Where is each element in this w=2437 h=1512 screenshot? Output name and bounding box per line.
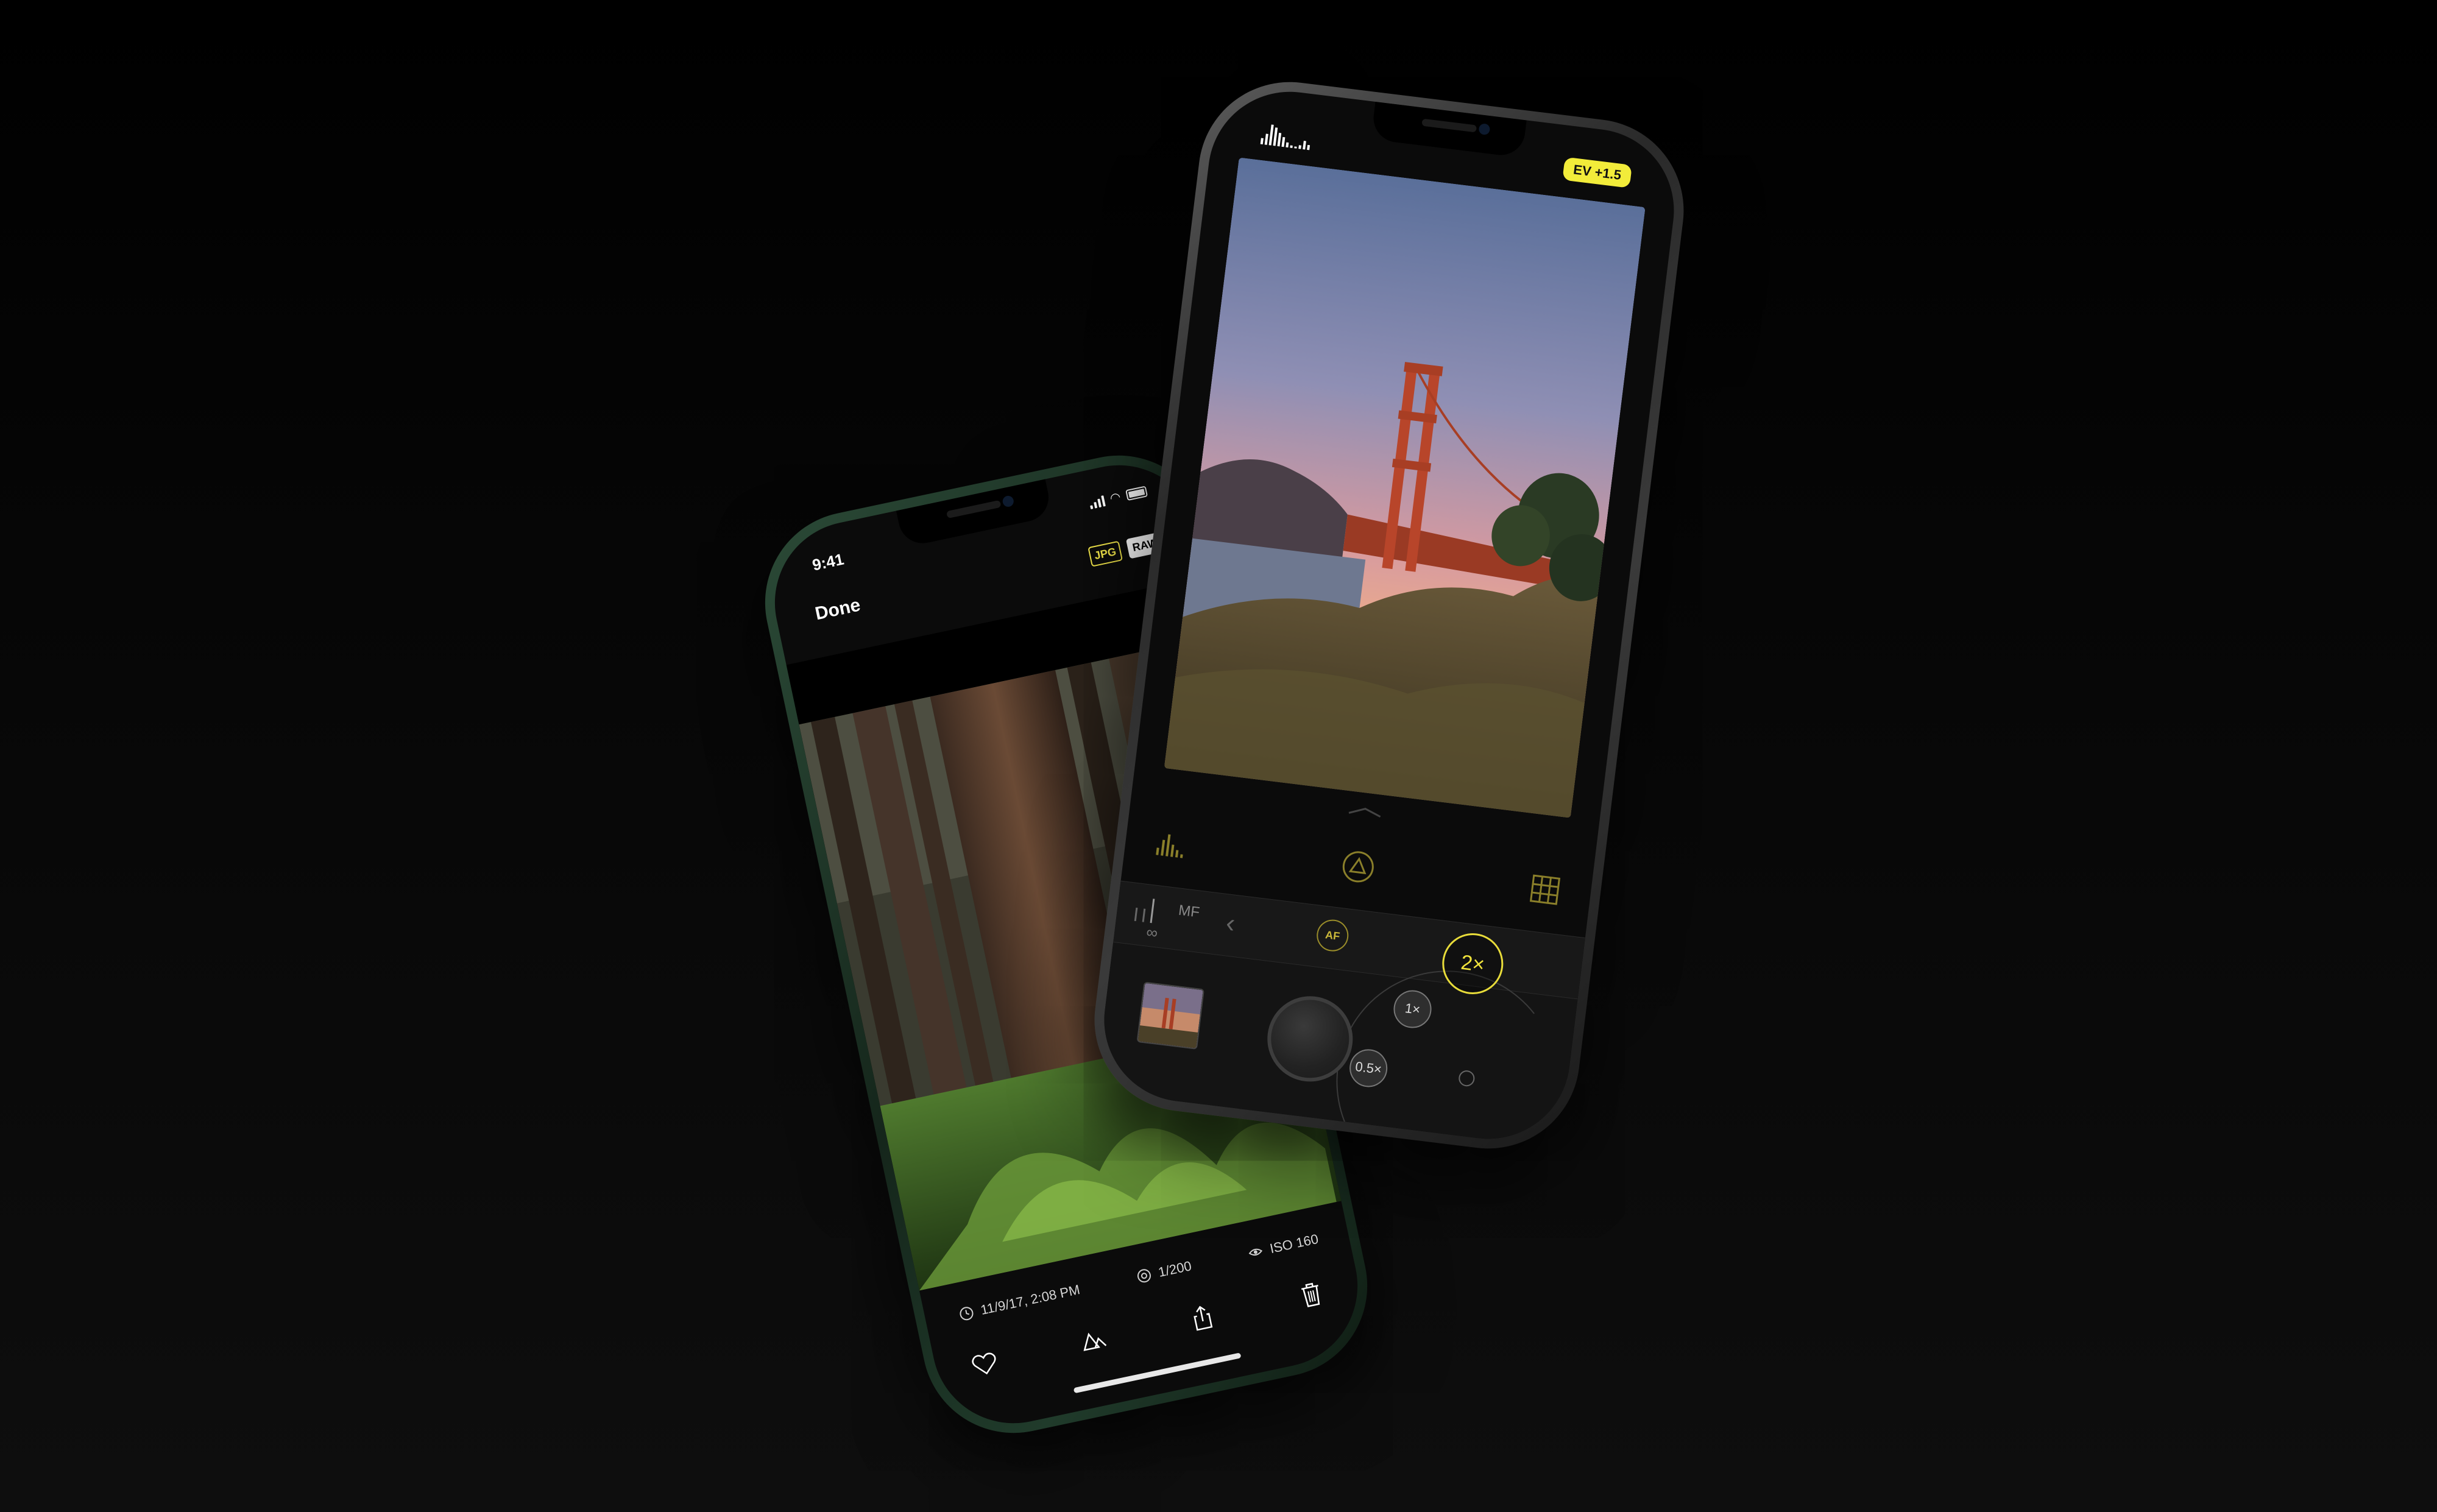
viewfinder[interactable] [1164,157,1646,818]
sheet-handle-icon[interactable] [1346,805,1384,818]
thumbnail-image [1137,983,1203,1048]
heart-icon [972,1352,996,1375]
battery-icon [1125,486,1148,501]
meta-iso: ISO 160 [1247,1231,1320,1262]
meta-date-text: 11/9/17, 2:08 PM [979,1282,1081,1318]
speaker [946,500,1002,519]
ev-badge[interactable]: EV +1.5 [1562,157,1633,188]
last-photo-thumbnail[interactable] [1136,981,1204,1050]
histogram-indicator-icon[interactable] [1260,122,1312,150]
bridge-photo-image [1164,157,1646,818]
exposure-triangle-icon [1342,851,1374,883]
meta-shutter-text: 1/200 [1156,1258,1193,1281]
mf-label[interactable]: MF [1178,902,1201,922]
aperture-icon [1137,1269,1151,1283]
grid-button[interactable] [1521,866,1569,914]
camera-phone: EV +1.5 MF ∞ ‹ AF 2× 1× 0.5× [1084,71,1694,1159]
af-button[interactable]: AF [1315,917,1351,953]
status-icons: ◠ [1088,485,1148,510]
chevron-left-icon[interactable]: ‹ [1224,908,1237,939]
signal-icon [1088,494,1106,510]
status-time: 9:41 [810,549,846,574]
front-camera [1002,495,1015,508]
focus-ticks [1134,897,1155,924]
scene: 9:41 ◠ Done JPG RAW 11/9/17, 2:08 PM 1/2… [0,0,2437,1512]
share-button[interactable] [1181,1296,1224,1339]
meta-date: 11/9/17, 2:08 PM [958,1282,1081,1323]
delete-button[interactable] [1290,1273,1333,1316]
meta-shutter: 1/200 [1136,1258,1193,1285]
wifi-icon: ◠ [1108,490,1122,506]
favorite-button[interactable] [963,1342,1006,1385]
done-button[interactable]: Done [813,595,862,625]
camera-screen: EV +1.5 MF ∞ ‹ AF 2× 1× 0.5× [1095,82,1683,1148]
front-camera [1478,123,1491,136]
adjust-icon [1083,1332,1106,1351]
trash-icon [1301,1282,1320,1307]
speaker [1421,118,1477,133]
clock-icon [960,1307,974,1321]
adjust-button[interactable] [1072,1319,1115,1362]
grid-icon [1529,874,1561,905]
exposure-button[interactable] [1334,843,1382,891]
eye-icon [1248,1248,1263,1256]
infinity-icon: ∞ [1145,922,1159,942]
histogram-icon [1156,834,1183,858]
gallery-toolbar [963,1273,1333,1385]
histogram-button[interactable] [1148,820,1195,867]
jpg-badge[interactable]: JPG [1088,540,1123,567]
meta-iso-text: ISO 160 [1268,1231,1320,1257]
share-icon [1194,1305,1213,1331]
